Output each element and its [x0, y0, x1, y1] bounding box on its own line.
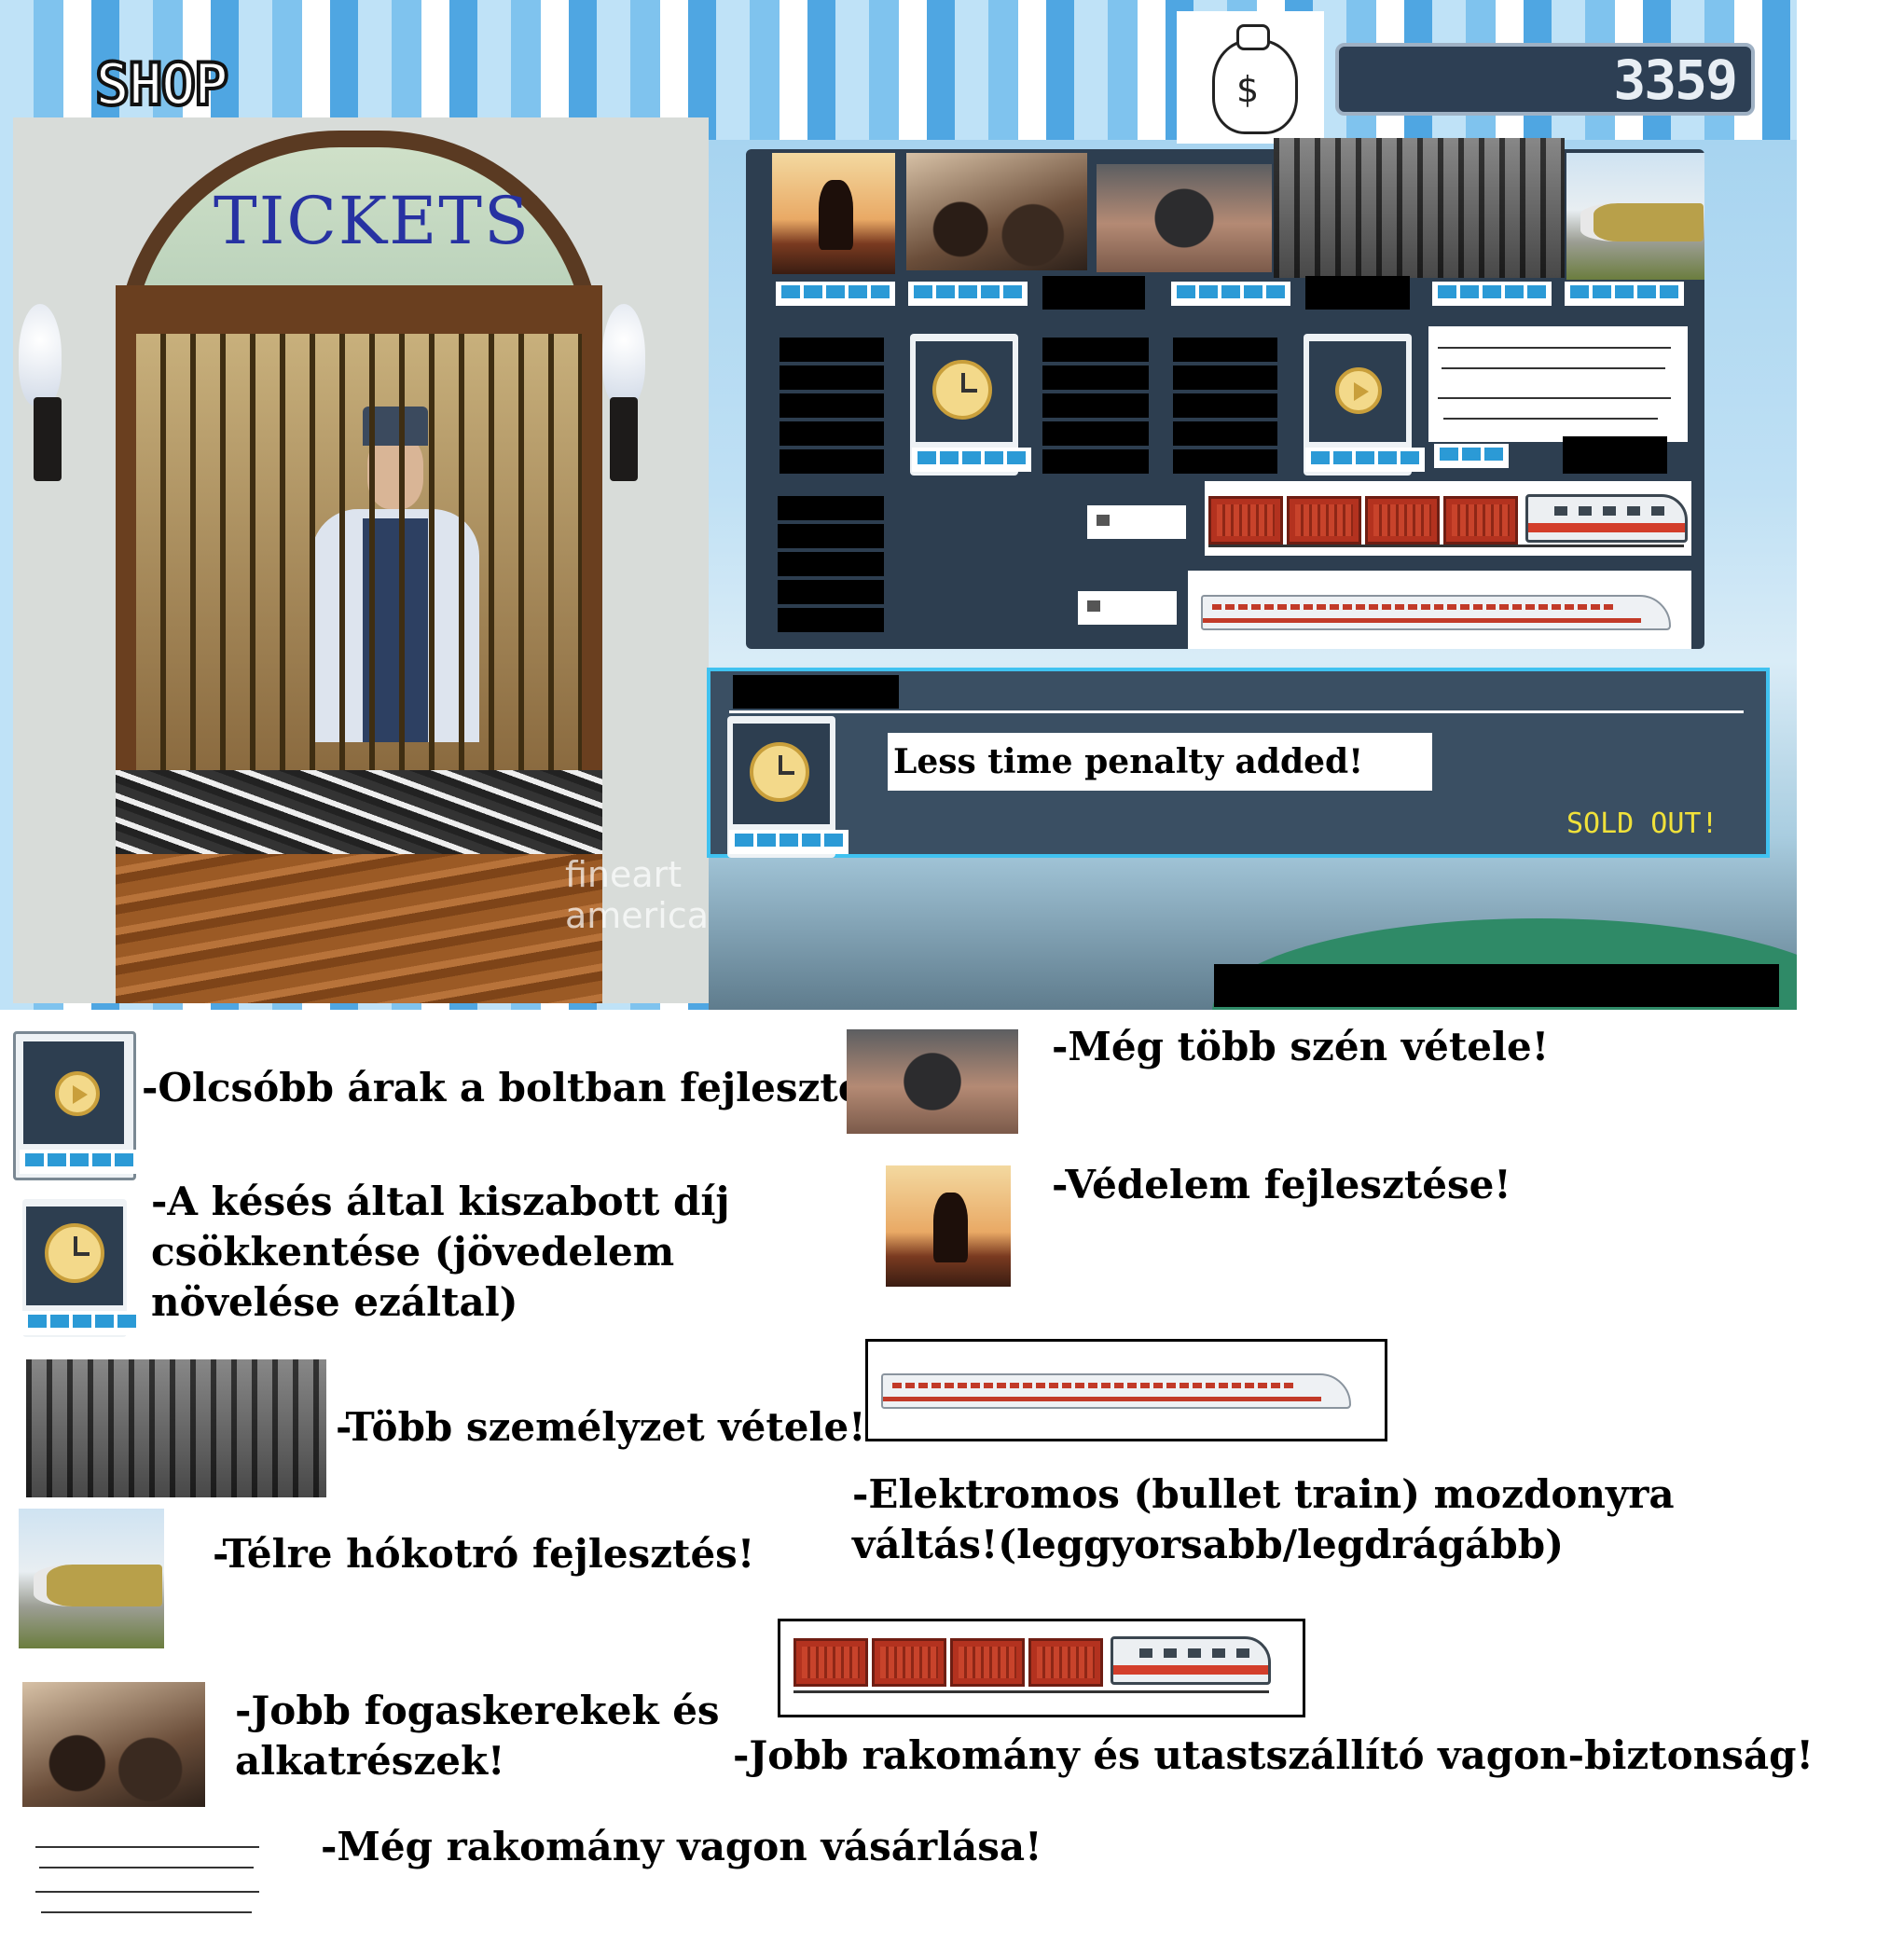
clock-icon — [45, 1223, 104, 1283]
locked-slot — [1042, 338, 1149, 476]
redacted-block — [1042, 276, 1145, 310]
level-pips — [22, 1311, 142, 1335]
rail — [1208, 545, 1684, 547]
cargo-wagon — [950, 1638, 1025, 1687]
wall-lamp-right-base — [610, 397, 638, 481]
redacted-block — [733, 675, 899, 709]
locked-slot — [780, 338, 884, 476]
legend-snowplow-image — [19, 1509, 164, 1648]
legend-coal-image — [847, 1029, 1018, 1134]
play-coin-icon — [55, 1071, 100, 1116]
legend-more-coal: -Még több szén vétele! — [1052, 1024, 1550, 1069]
play-coin-icon — [1335, 367, 1382, 414]
redacted-block — [1305, 276, 1410, 310]
bullet-train — [881, 1373, 1351, 1409]
legend-defense: -Védelem fejlesztése! — [1052, 1162, 1511, 1207]
clock-icon — [932, 360, 992, 420]
upgrade-time-penalty[interactable] — [910, 334, 1031, 476]
legend-snowplow: -Télre hókotró fejlesztés! — [213, 1531, 755, 1577]
upgrade-crew[interactable] — [1274, 138, 1565, 278]
wall-lamp-left-base — [34, 397, 62, 481]
legend-text-line: növelése ezáltal) — [151, 1279, 518, 1325]
money-bag-icon: $ — [1177, 11, 1324, 144]
booth-counter — [116, 770, 602, 854]
cargo-wagon — [1365, 496, 1440, 545]
legend-wagon-safety: -Jobb rakomány és utastszállító vagon-bi… — [733, 1732, 1814, 1778]
level-pips — [1171, 282, 1290, 306]
upgrade-snowplow[interactable] — [1566, 153, 1704, 280]
upgrade-cargo-wagon-sketch[interactable] — [1428, 326, 1688, 442]
watermark-line-1: fineart — [565, 854, 683, 895]
upgrade-gears-locomotive[interactable] — [906, 153, 1087, 270]
booth-wood-panel — [116, 854, 602, 1003]
level-pips — [908, 282, 1028, 306]
ticket-booth-image: TICKETS fineart america — [13, 117, 709, 1003]
shop-screen: SHOP TICKETS fineart america $ 3359 Less… — [0, 0, 1797, 1010]
money-amount: 3359 — [1613, 48, 1738, 112]
legend-time-penalty: -A késés által kiszabott díj csökkentése… — [151, 1177, 730, 1328]
level-pips — [1305, 448, 1425, 472]
bullet-train — [1201, 595, 1671, 630]
locked-slot — [1173, 338, 1277, 476]
shop-title: SHOP — [93, 48, 230, 120]
passenger-locomotive — [1111, 1636, 1271, 1685]
upgrade-cheaper-prices[interactable] — [1304, 334, 1425, 476]
cargo-wagon — [793, 1638, 868, 1687]
legend-electric-locomotive: -Elektromos (bullet train) mozdonyra vál… — [852, 1469, 1675, 1570]
booth-sign: TICKETS — [214, 183, 531, 259]
sold-out-label: SOLD OUT! — [1566, 807, 1718, 840]
legend-cargo-wagon-sketch — [28, 1833, 274, 1926]
legend-text-line: -Jobb fogaskerekek és — [235, 1688, 720, 1733]
legend-text-line: váltás!(leggyorsabb/legdrágább) — [852, 1522, 1564, 1567]
legend-cheaper-prices: -Olcsóbb árak a boltban fejlesztés! — [142, 1065, 903, 1110]
locked-slot — [778, 496, 884, 634]
watermark: fineart america — [565, 854, 709, 936]
clock-icon — [750, 742, 809, 802]
redacted-block — [1563, 436, 1667, 474]
divider — [729, 710, 1744, 713]
upgrade-wagon-safety[interactable] — [1205, 481, 1691, 556]
upgrade-defense-cowboy[interactable] — [772, 153, 895, 274]
legend-defense-image — [886, 1165, 1011, 1287]
level-pips — [1434, 444, 1509, 468]
level-pips — [20, 1150, 139, 1174]
legend-more-staff: -Több személyzet vétele! — [336, 1404, 866, 1450]
level-pips — [729, 830, 849, 854]
legend-gears-image — [22, 1682, 205, 1807]
cargo-wagon — [1028, 1638, 1103, 1687]
rail — [793, 1690, 1269, 1693]
legend-crew-image — [26, 1359, 326, 1497]
redacted-block — [1214, 964, 1779, 1007]
legend-text-line: alkatrészek! — [235, 1738, 505, 1784]
upgrade-coal[interactable] — [1097, 164, 1272, 272]
legend-wagon-safety-box — [778, 1619, 1305, 1717]
wall-lamp-left — [19, 304, 62, 407]
cargo-wagon — [872, 1638, 946, 1687]
passenger-locomotive — [1525, 494, 1688, 543]
legend-text-line: -Elektromos (bullet train) mozdonyra — [852, 1471, 1675, 1517]
legend-time-penalty-icon — [22, 1199, 142, 1337]
level-pips — [1432, 282, 1552, 306]
upgrade-electric-locomotive[interactable] — [1188, 571, 1691, 649]
level-pips — [912, 448, 1031, 472]
wall-lamp-right — [602, 304, 645, 407]
booth-bars — [136, 334, 582, 772]
legend-text-line: -A késés által kiszabott díj — [151, 1179, 730, 1224]
watermark-line-2: america — [565, 895, 709, 936]
info-message: Less time penalty added! — [888, 733, 1432, 791]
cargo-wagon — [1287, 496, 1361, 545]
level-pips — [1565, 282, 1684, 306]
legend-cargo-wagon: -Még rakomány vagon vásárlása! — [321, 1824, 1042, 1869]
legend-cheaper-prices-icon — [13, 1031, 139, 1180]
legend-bullet-train-box — [865, 1339, 1387, 1441]
level-pips — [776, 282, 895, 306]
money-display: 3359 — [1335, 43, 1755, 116]
cargo-wagon — [1208, 496, 1283, 545]
selected-upgrade-card — [727, 716, 849, 858]
slider-indicator — [1078, 591, 1177, 625]
legend-gears: -Jobb fogaskerekek és alkatrészek! — [235, 1686, 720, 1786]
slider-indicator — [1087, 505, 1186, 539]
legend-text-line: csökkentése (jövedelem — [151, 1229, 675, 1275]
cargo-wagon — [1443, 496, 1518, 545]
